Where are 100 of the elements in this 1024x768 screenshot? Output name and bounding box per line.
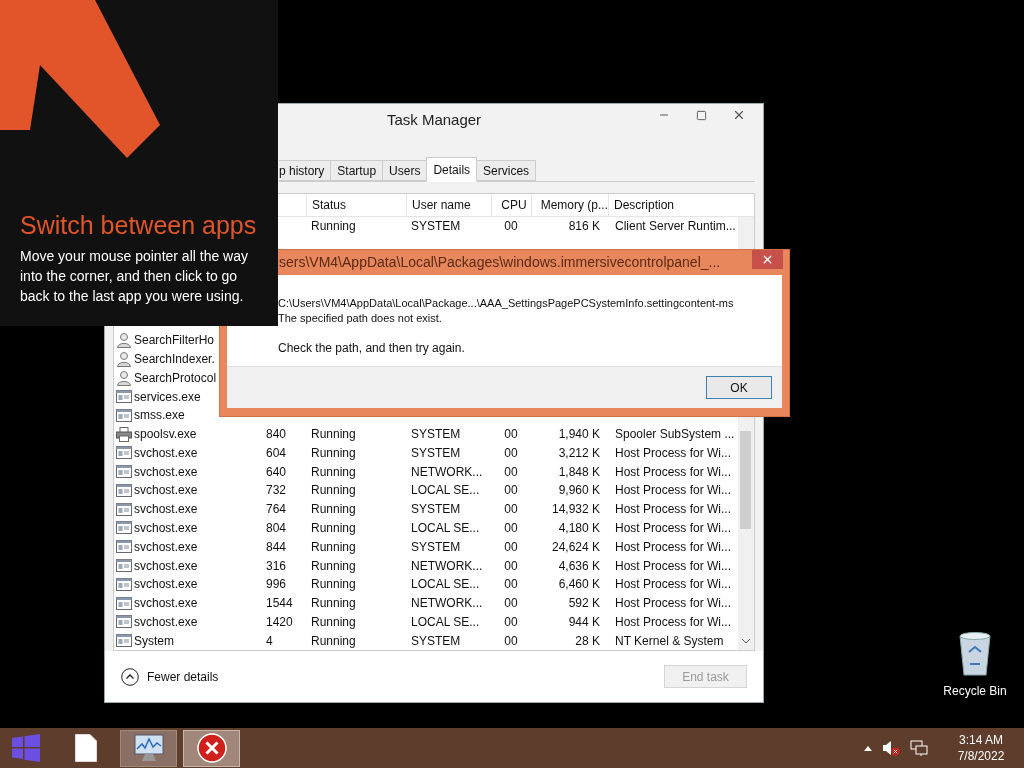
window-icon: [116, 446, 132, 460]
table-cell-text: 3,212 K: [558, 444, 600, 462]
table-cell-text: SYSTEM: [411, 632, 461, 650]
taskbar-button[interactable]: [183, 729, 240, 767]
user-icon: [116, 369, 132, 386]
table-cell-text: Host Process for Wi...: [615, 463, 732, 481]
table-cell-text: Host Process for Wi...: [615, 595, 732, 613]
window-icon: [116, 408, 132, 422]
table-cell-text: 844: [266, 538, 287, 556]
table-cell-text: NETWORK...: [411, 557, 483, 575]
table-cell-text: Running: [311, 538, 356, 556]
tab[interactable]: Services: [476, 160, 537, 181]
window-title: Task Manager: [386, 109, 482, 130]
table-cell-text: Spooler SubSystem ...: [615, 426, 735, 444]
taskbar-button[interactable]: [120, 729, 177, 767]
recycle-bin-icon[interactable]: [957, 630, 993, 676]
table-cell-text: 4: [266, 632, 273, 650]
scroll-down-icon[interactable]: [742, 639, 750, 644]
windows-logo-icon: [12, 734, 40, 762]
window-icon: [116, 502, 132, 516]
table-cell-text: 24,624 K: [551, 538, 600, 556]
table-cell-text: NETWORK...: [411, 463, 483, 481]
process-name: svchost.exe: [134, 538, 198, 556]
tab[interactable]: Details: [426, 157, 478, 182]
table-cell-text: 4,180 K: [558, 520, 600, 537]
tab[interactable]: p history: [279, 160, 332, 181]
table-cell-text: Running: [311, 520, 356, 537]
window-icon: [116, 390, 132, 403]
table-cell-text: Running: [311, 576, 356, 594]
ok-button[interactable]: OK: [706, 376, 772, 399]
error-icon: [196, 733, 227, 763]
table-cell-text: Host Process for Wi...: [615, 520, 732, 537]
file-icon: [74, 734, 97, 762]
table-cell-text: 00: [504, 595, 518, 613]
table-cell-text: 00: [504, 520, 518, 537]
table-cell-text: 00: [504, 632, 518, 650]
error-hint: Check the path, and then try again.: [278, 341, 466, 356]
table-cell-text: SYSTEM: [411, 218, 461, 236]
table-cell-text: 944 K: [568, 613, 600, 631]
tab[interactable]: Users: [382, 160, 428, 181]
table-cell-text: 804: [266, 520, 287, 537]
table-cell-text: 00: [504, 218, 518, 236]
network-icon[interactable]: [910, 739, 928, 757]
desktop-icon-label[interactable]: Recycle Bin: [943, 682, 1007, 700]
column-header[interactable]: User name: [412, 196, 471, 214]
table-cell-text: 00: [504, 444, 518, 462]
table-cell-text: 00: [504, 613, 518, 631]
table-cell-text: 816 K: [568, 218, 600, 236]
table-cell-text: Client Server Runtim...: [615, 218, 736, 236]
tab[interactable]: Startup: [330, 160, 384, 181]
column-header[interactable]: CPU: [501, 196, 527, 214]
monitor-chart-icon: [133, 734, 164, 762]
window-icon: [116, 577, 132, 591]
table-cell-text: 640: [266, 463, 287, 481]
window-icon: [116, 483, 132, 497]
scrollbar-thumb[interactable]: [740, 431, 751, 529]
process-name: SearchIndexer.: [134, 350, 215, 368]
process-name: smss.exe: [134, 407, 185, 425]
tip-text: Move your mouse pointer all the way into the corner, and then click to go back to the last app you were using.: [20, 247, 248, 306]
table-cell-text: Running: [311, 463, 356, 481]
column-header[interactable]: Status: [312, 196, 347, 214]
table-cell-text: 00: [504, 501, 518, 519]
table-cell-text: LOCAL SE...: [411, 613, 480, 631]
table-cell-text: 00: [504, 538, 518, 556]
column-header[interactable]: Memory (p...: [540, 196, 608, 214]
window-icon: [116, 615, 132, 629]
speaker-muted-icon[interactable]: [882, 740, 900, 756]
table-cell-text: Running: [311, 426, 356, 444]
show-hidden-icons-icon[interactable]: [864, 745, 872, 751]
table-cell-text: 00: [504, 557, 518, 575]
maximize-icon: [695, 109, 707, 121]
table-cell-text: Running: [311, 444, 356, 462]
table-cell-text: Host Process for Wi...: [615, 557, 732, 575]
fewer-details-toggle[interactable]: Fewer details: [121, 667, 219, 686]
table-cell-text: Running: [311, 482, 356, 500]
table-cell-text: Host Process for Wi...: [615, 576, 732, 594]
column-header[interactable]: Description: [614, 196, 675, 214]
table-cell-text: NT Kernel & System: [615, 632, 724, 650]
table-cell-text: 1,940 K: [558, 426, 600, 444]
process-name: System: [134, 632, 174, 650]
close-icon: [761, 253, 774, 266]
table-cell-text: Running: [311, 218, 356, 236]
table-cell-text: 00: [504, 426, 518, 444]
process-name: svchost.exe: [134, 463, 198, 481]
chevron-up-icon: [121, 667, 139, 686]
process-name: svchost.exe: [134, 482, 198, 500]
process-name: svchost.exe: [134, 557, 198, 575]
printer-icon: [116, 426, 132, 442]
table-cell-text: 28 K: [575, 632, 600, 650]
table-cell-text: 9,960 K: [558, 482, 600, 500]
table-cell-text: LOCAL SE...: [411, 520, 480, 537]
close-button[interactable]: [752, 250, 783, 269]
table-cell-text: 732: [266, 482, 287, 500]
table-cell-text: 604: [266, 444, 287, 462]
tip-title: Switch between apps: [20, 210, 258, 240]
table-cell-text: 1,848 K: [558, 463, 600, 481]
clock[interactable]: 3:14 AM 7/8/2022: [950, 732, 1012, 764]
table-cell-text: 592 K: [568, 595, 600, 613]
window-icon: [116, 540, 132, 554]
table-cell-text: 14,932 K: [551, 501, 600, 519]
